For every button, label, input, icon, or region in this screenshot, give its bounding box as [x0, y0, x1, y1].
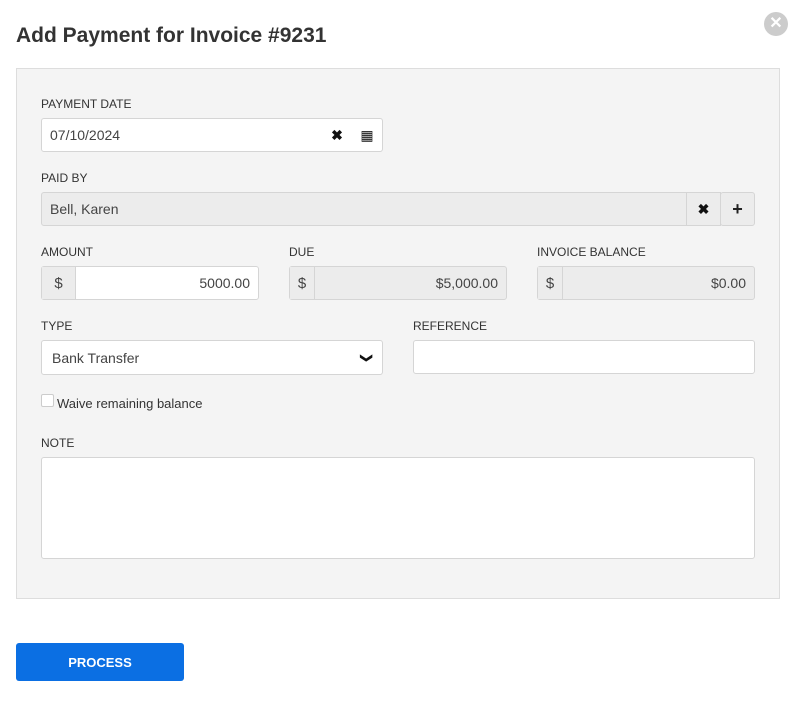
balance-value: $0.00 [710, 275, 746, 291]
dollar-addon: $ [290, 267, 315, 299]
dollar-addon: $ [42, 267, 76, 299]
waive-label[interactable]: Waive remaining balance [57, 396, 202, 411]
chevron-down-icon: ❯ [360, 352, 374, 363]
type-select[interactable]: Bank Transfer ❯ [41, 340, 383, 375]
dollar-addon: $ [538, 267, 563, 299]
type-value: Bank Transfer [52, 349, 140, 366]
payment-date-value: 07/10/2024 [50, 127, 121, 143]
due-field: $ $5,000.00 [289, 266, 507, 300]
process-button[interactable]: PROCESS [16, 643, 184, 681]
reference-input[interactable] [413, 340, 755, 374]
amount-value: 5000.00 [199, 275, 250, 291]
amount-label: AMOUNT [41, 245, 93, 259]
reference-label: REFERENCE [413, 319, 488, 333]
invoice-balance-field: $ $0.00 [537, 266, 755, 300]
note-label: NOTE [41, 436, 75, 450]
amount-input[interactable]: $ 5000.00 [41, 266, 259, 300]
payment-date-input[interactable]: 07/10/2024 ✖ ▦ [41, 118, 383, 152]
payment-date-label: PAYMENT DATE [41, 97, 132, 111]
calendar-icon[interactable]: ▦ [352, 127, 382, 144]
type-label: TYPE [41, 319, 73, 333]
paid-by-label: PAID BY [41, 171, 88, 185]
modal-title: Add Payment for Invoice #9231 [16, 24, 327, 47]
clear-icon[interactable]: ✖ [686, 193, 720, 225]
close-icon[interactable]: ✕ [764, 12, 788, 36]
add-payer-button[interactable]: + [720, 192, 755, 226]
invoice-balance-label: INVOICE BALANCE [537, 245, 646, 259]
paid-by-input[interactable]: Bell, Karen ✖ [41, 192, 721, 226]
waive-checkbox[interactable] [41, 394, 54, 407]
note-textarea[interactable] [41, 457, 755, 559]
clear-icon[interactable]: ✖ [322, 127, 352, 144]
paid-by-value: Bell, Karen [50, 201, 119, 217]
due-label: DUE [289, 245, 315, 259]
due-value: $5,000.00 [435, 275, 498, 291]
